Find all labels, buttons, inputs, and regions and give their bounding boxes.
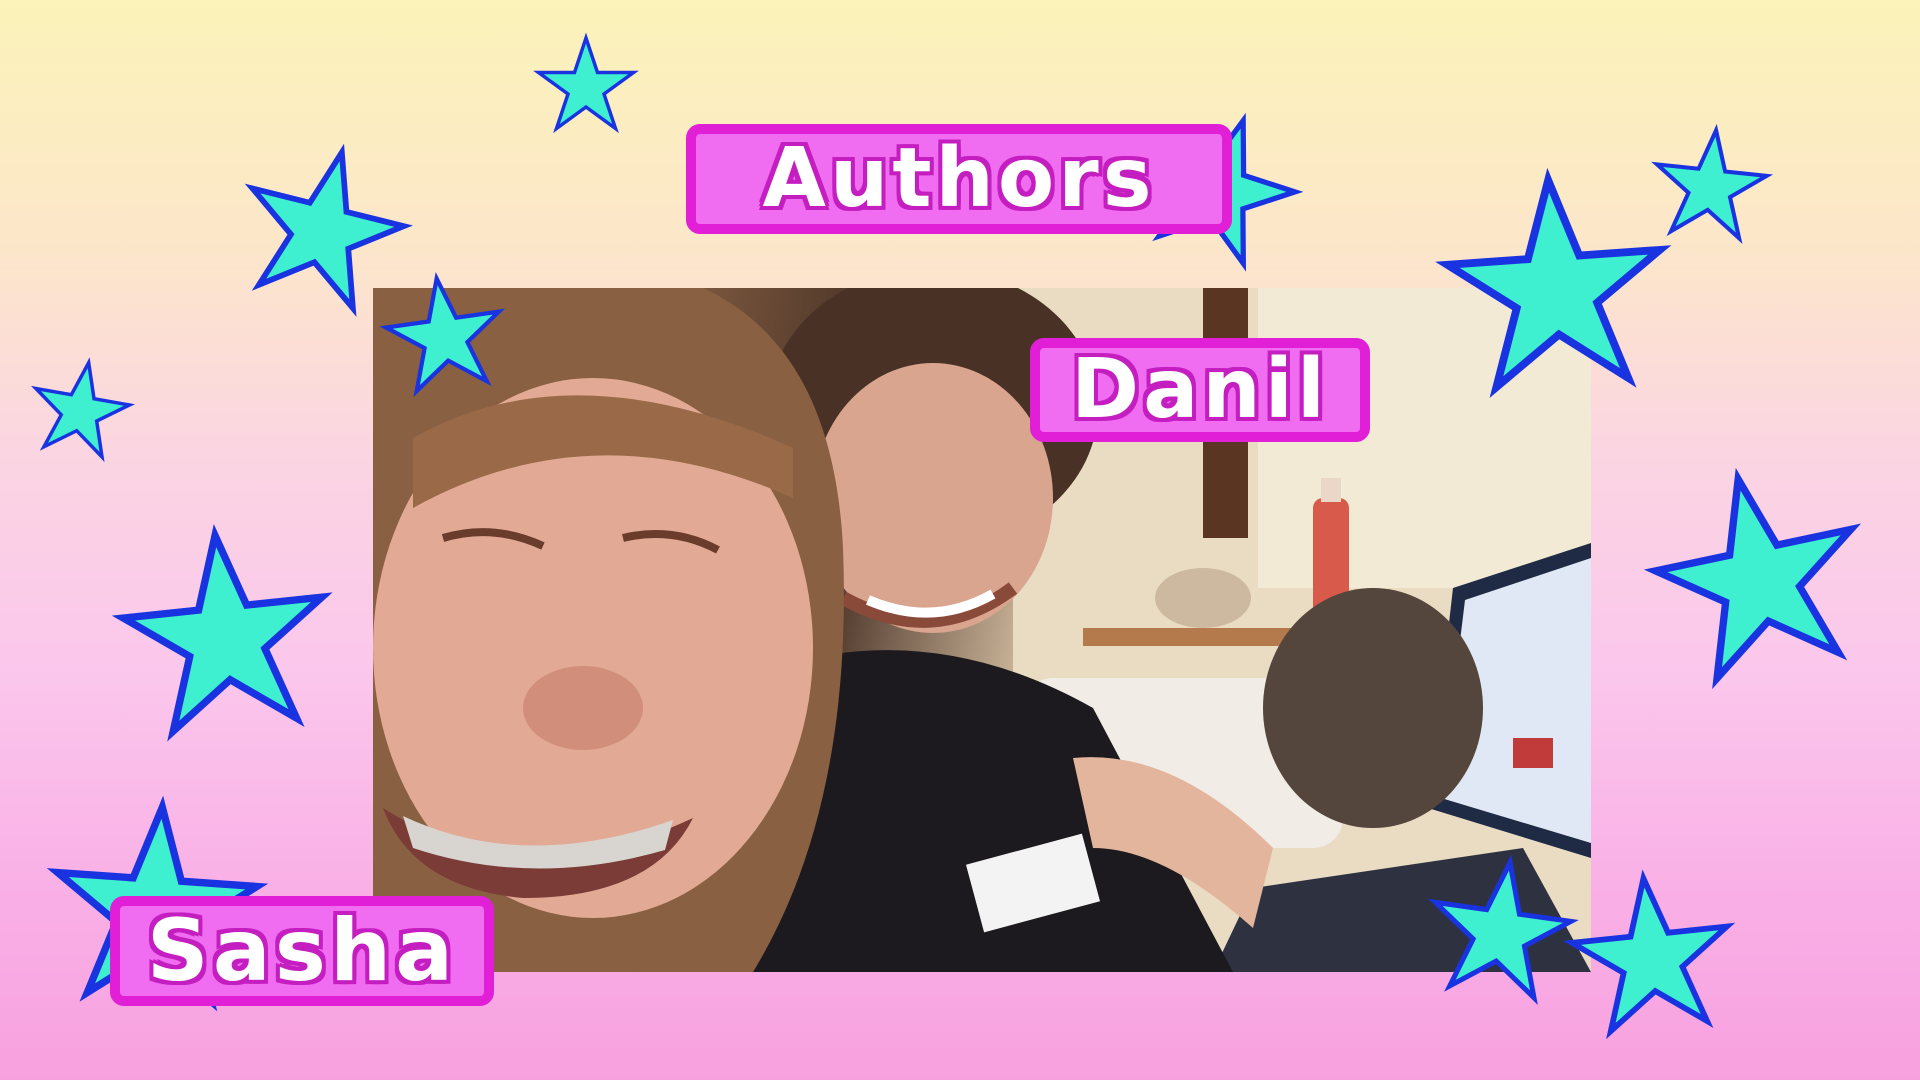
author-label-sasha: Sasha bbox=[110, 896, 494, 1006]
page-title-text: Authors bbox=[762, 131, 1156, 226]
author-name: Sasha bbox=[146, 901, 458, 1001]
page-title: Authors bbox=[686, 124, 1232, 234]
star-icon bbox=[536, 36, 636, 131]
authors-photo bbox=[373, 288, 1591, 972]
authors-screen: Authors Danil Sasha bbox=[0, 0, 1920, 1080]
star-icon bbox=[1650, 125, 1771, 241]
author-name: Danil bbox=[1071, 342, 1329, 437]
star-icon bbox=[1566, 870, 1736, 1034]
star-icon bbox=[116, 525, 334, 735]
star-icon bbox=[1641, 459, 1876, 686]
authors-photo-drawing bbox=[373, 288, 1591, 972]
star-icon bbox=[24, 352, 138, 462]
author-label-danil: Danil bbox=[1030, 338, 1370, 442]
